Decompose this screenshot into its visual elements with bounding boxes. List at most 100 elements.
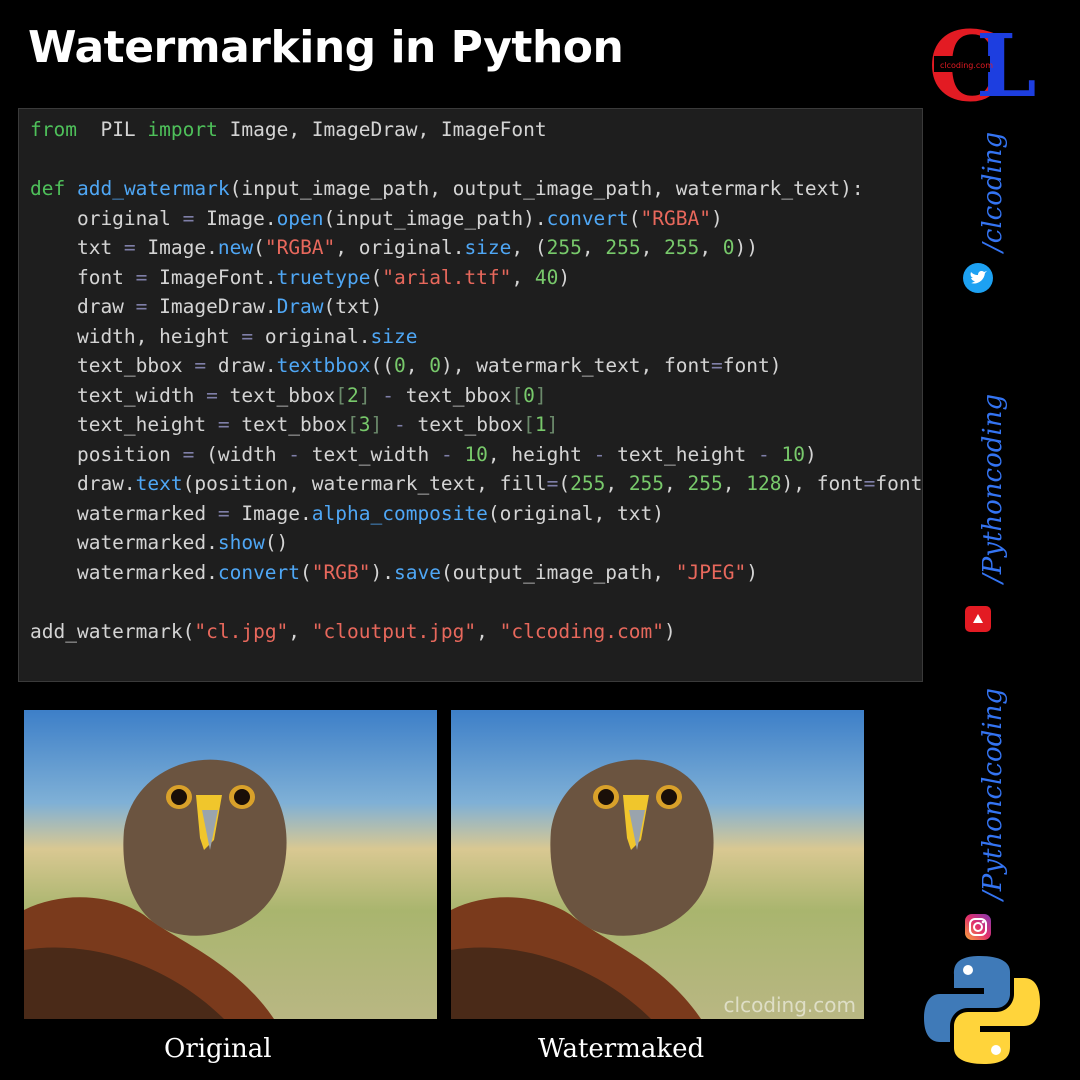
code-token: Draw [276, 295, 324, 318]
code-token: Image. [194, 206, 277, 230]
code-line: watermarked = Image.alpha_composite(orig… [30, 499, 922, 529]
code-token: = [123, 236, 136, 259]
code-token: import [147, 118, 218, 141]
code-token: () [264, 531, 289, 554]
code-token: 0 [523, 383, 535, 407]
code-token: 40 [534, 265, 559, 289]
code-token: (input_image_path, output_image_path, wa… [229, 177, 864, 200]
code-token: add_watermark( [30, 619, 195, 643]
code-token: (input_image_path). [323, 206, 547, 230]
code-token: text_height [605, 442, 758, 466]
code-token: ) [746, 560, 758, 584]
hawk-photo [24, 710, 437, 1019]
code-token: 128 [746, 472, 782, 495]
code-token: "RGB" [311, 560, 371, 584]
code-token: ) [558, 265, 571, 289]
code-token: - [440, 442, 453, 466]
code-token: = [241, 324, 254, 348]
code-token: 255 [605, 236, 641, 259]
code-token: text [135, 472, 183, 495]
code-line: draw.text(position, watermark_text, fill… [30, 469, 922, 499]
code-token: 0 [429, 354, 441, 377]
code-token: , [664, 472, 688, 495]
watermarked-caption: Watermaked [538, 1034, 705, 1064]
twitter-icon[interactable] [963, 263, 993, 293]
code-token: 255 [687, 472, 723, 495]
code-token: 10 [464, 442, 488, 466]
code-token: text_bbox [229, 413, 347, 436]
code-token: Image. [135, 236, 218, 259]
code-token: ] [546, 413, 559, 436]
code-line: add_watermark("cl.jpg", "cloutput.jpg", … [30, 617, 922, 647]
code-token: size [370, 324, 418, 348]
code-token: watermarked. [30, 560, 218, 584]
code-token: , [511, 265, 535, 289]
code-token: ] [358, 383, 371, 407]
youtube-icon[interactable] [963, 604, 993, 634]
code-token: "clcoding.com" [499, 619, 665, 643]
code-token: ( [253, 236, 265, 259]
code-token: "cl.jpg" [194, 619, 289, 643]
code-token: [ [335, 383, 348, 407]
logo-tagline: clcoding.com [940, 61, 993, 70]
code-token: convert [546, 206, 629, 230]
code-token: PIL [76, 118, 148, 141]
code-token: position [30, 442, 183, 466]
code-token: - [382, 383, 395, 407]
code-token: , [476, 619, 500, 643]
code-token: width, height [30, 324, 242, 348]
code-token: ] [534, 383, 547, 407]
watermarked-image: clcoding.com [451, 710, 864, 1019]
social-handle-youtube[interactable]: /Pythoncoding [978, 394, 1008, 583]
code-token: , [405, 354, 430, 377]
code-token: 0 [722, 236, 735, 259]
code-token: from [30, 118, 77, 141]
code-line: original = Image.open(input_image_path).… [30, 204, 922, 234]
code-token: - [288, 442, 301, 466]
code-token: 3 [358, 413, 371, 436]
code-token: (txt) [323, 295, 383, 318]
code-token: ( [628, 206, 641, 230]
code-token: watermarked [30, 501, 218, 525]
code-token: ( [370, 265, 383, 289]
code-token: 255 [628, 472, 665, 495]
code-line: def add_watermark(input_image_path, outp… [30, 174, 922, 204]
code-token: ImageFont. [147, 265, 277, 289]
code-token: ), font [781, 472, 864, 495]
code-token: ( [558, 472, 571, 495]
code-token: text_width [30, 383, 207, 407]
code-token: def [30, 177, 66, 200]
code-token: text_bbox [394, 383, 512, 407]
code-token: ), watermark_text, font [440, 354, 711, 377]
social-handle-twitter[interactable]: /clcoding [978, 132, 1008, 252]
code-token: txt [30, 236, 124, 259]
code-token: )) [734, 236, 759, 259]
code-token: 1 [534, 413, 547, 436]
code-token: ) [804, 442, 817, 466]
code-token: [ [523, 413, 535, 436]
code-token: = [135, 265, 148, 289]
code-token: text_bbox [217, 383, 336, 407]
code-token: add_watermark [76, 177, 230, 200]
code-token: watermarked. [30, 531, 218, 554]
code-token: font) [875, 472, 923, 495]
code-token: convert [217, 560, 301, 584]
code-token: "arial.ttf" [382, 265, 512, 289]
code-token: textbbox [276, 354, 371, 377]
social-handle-instagram[interactable]: /Pythonclcoding [978, 688, 1008, 900]
code-line: position = (width - text_width - 10, hei… [30, 440, 922, 470]
clcoding-logo: C L clcoding.com [928, 20, 1036, 104]
code-line: text_width = text_bbox[2] - text_bbox[0] [30, 381, 922, 411]
code-line: watermarked.show() [30, 528, 922, 558]
code-line: txt = Image.new("RGBA", original.size, (… [30, 233, 922, 263]
code-token: alpha_composite [311, 501, 488, 525]
code-token: ImageDraw. [147, 295, 277, 318]
code-token: draw. [206, 354, 277, 377]
code-token: , [722, 472, 747, 495]
page-title: Watermarking in Python [28, 22, 624, 73]
instagram-icon[interactable] [963, 912, 993, 942]
code-line: from PIL import Image, ImageDraw, ImageF… [30, 115, 922, 145]
code-line: width, height = original.size [30, 322, 922, 352]
code-token: (output_image_path, [440, 560, 676, 584]
